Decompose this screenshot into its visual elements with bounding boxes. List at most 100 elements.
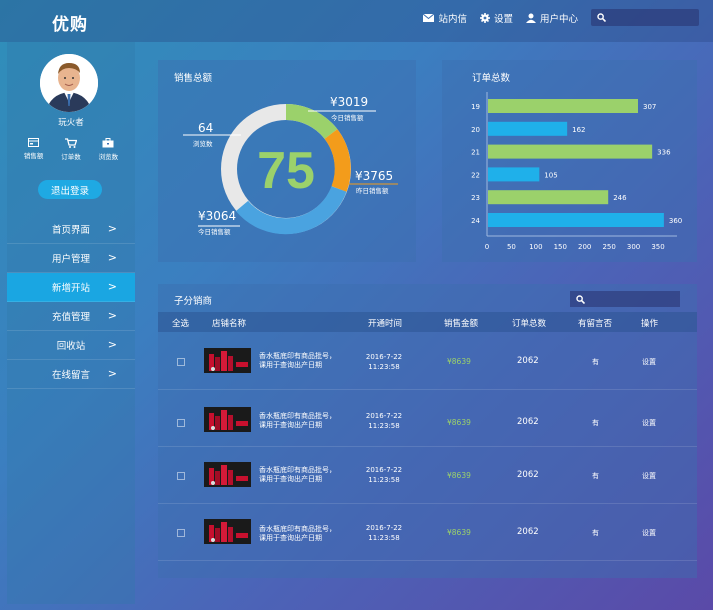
bar (488, 99, 638, 113)
settings-action-link[interactable]: 设置 (642, 418, 656, 428)
stat-sales[interactable]: 销售额 (23, 138, 44, 161)
open-date: 2016-7-22 (365, 466, 403, 474)
sales-amount: ¥8639 (447, 471, 471, 480)
user-stats: 销售额 订单数 浏览数 (7, 138, 135, 161)
top-bar: 优购 站内信 设置 用户中心 (0, 0, 713, 42)
settings-link[interactable]: 设置 (479, 11, 513, 25)
top-nav: 站内信 设置 用户中心 (423, 9, 699, 26)
col-order-total: 订单总数 (512, 319, 547, 329)
store-desc-line1: 香水瓶底印有商品批号， (259, 466, 336, 474)
order-total: 2062 (517, 527, 539, 537)
order-total: 2062 (517, 356, 539, 366)
subs-card: 子分销商 全选 店铺名称 开通时间 销售金额 订单总数 有留言否 操作 香水瓶底… (158, 284, 697, 578)
open-clock: 11:23:58 (368, 534, 400, 542)
x-tick-label: 200 (578, 243, 591, 251)
has-message: 有 (592, 419, 599, 427)
sidebar: 玩火者 销售额 订单数 浏览数 退出登录 首页界面 > 用户管理 > 新增开站 > 充… (7, 42, 135, 604)
chevron-right-icon: > (107, 338, 117, 351)
logout-button[interactable]: 退出登录 (38, 180, 102, 199)
bar-value-label: 162 (572, 126, 585, 134)
label-today-sales2-caption: 今日销售额 (198, 227, 231, 236)
order-total: 2062 (517, 417, 539, 427)
sidebar-item-label: 新增开站 (51, 283, 90, 294)
bar-value-label: 105 (544, 171, 557, 179)
user-center-link[interactable]: 用户中心 (525, 11, 578, 25)
user-name: 玩火者 (58, 118, 84, 128)
sidebar-item-home[interactable]: 首页界面 > (7, 215, 135, 244)
avatar[interactable] (40, 54, 98, 112)
col-action: 操作 (641, 319, 659, 329)
table-row: 香水瓶底印有商品批号， 课用于查询出产日期 2016-7-22 11:23:58… (158, 503, 697, 561)
open-time: 2016-7-22 11:23:58 (360, 465, 408, 485)
sidebar-item-recharge[interactable]: 充值管理 > (7, 302, 135, 331)
chevron-right-icon: > (107, 367, 117, 380)
x-tick-label: 300 (627, 243, 640, 251)
store-desc-line1: 香水瓶底印有商品批号， (259, 525, 336, 533)
open-clock: 11:23:58 (368, 363, 400, 371)
y-tick-label: 19 (471, 103, 480, 111)
sidebar-item-messages[interactable]: 在线留言 > (7, 360, 135, 389)
messages-label: 站内信 (438, 13, 467, 25)
sidebar-item-users[interactable]: 用户管理 > (7, 244, 135, 273)
label-yesterday-sales-value: ¥3765 (355, 169, 393, 183)
card-icon (28, 138, 40, 147)
label-views-caption: 浏览数 (193, 139, 213, 148)
open-clock: 11:23:58 (368, 422, 400, 430)
store-desc: 香水瓶底印有商品批号， 课用于查询出产日期 (259, 525, 336, 543)
donut-green (285, 104, 338, 140)
settings-action-link[interactable]: 设置 (642, 528, 656, 538)
has-message: 有 (592, 472, 599, 480)
bar-value-label: 307 (643, 103, 656, 111)
sales-amount: ¥8639 (447, 357, 471, 366)
sidebar-item-new-site[interactable]: 新增开站 > (7, 273, 135, 302)
row-checkbox[interactable] (177, 529, 185, 537)
label-yesterday-sales-caption: 昨日销售额 (356, 186, 389, 195)
sidebar-menu: 首页界面 > 用户管理 > 新增开站 > 充值管理 > 回收站 > 在线留言 > (7, 215, 135, 389)
col-store-name: 店铺名称 (212, 319, 247, 329)
bar-value-label: 336 (657, 149, 671, 157)
sidebar-item-label: 首页界面 (51, 225, 90, 236)
bar-value-label: 360 (669, 217, 682, 225)
stat-label: 销售额 (23, 152, 44, 160)
messages-link[interactable]: 站内信 (423, 11, 467, 25)
bar-value-label: 246 (613, 194, 627, 202)
row-checkbox[interactable] (177, 358, 185, 366)
stat-orders[interactable]: 订单数 (61, 138, 81, 161)
sidebar-item-label: 充值管理 (51, 312, 90, 323)
stat-label: 浏览数 (98, 153, 119, 161)
sales-amount: ¥8639 (447, 528, 471, 537)
y-tick-label: 20 (471, 126, 480, 134)
x-tick-label: 350 (651, 243, 664, 251)
label-today-sales-value: ¥3019 (330, 95, 368, 109)
store-desc-line2: 课用于查询出产日期 (259, 421, 322, 429)
app-logo[interactable]: 优购 (52, 10, 88, 35)
settings-action-link[interactable]: 设置 (642, 357, 656, 367)
briefcase-icon (102, 138, 114, 148)
select-all[interactable]: 全选 (172, 317, 189, 329)
cart-icon (64, 138, 77, 148)
stat-views[interactable]: 浏览数 (98, 138, 119, 161)
sidebar-item-recycle[interactable]: 回收站 > (7, 331, 135, 360)
store-desc-line2: 课用于查询出产日期 (259, 361, 322, 369)
user-photo (40, 54, 98, 112)
sales-center-value: 75 (257, 142, 315, 200)
settings-action-link[interactable]: 设置 (642, 471, 656, 481)
store-desc: 香水瓶底印有商品批号， 课用于查询出产日期 (259, 466, 336, 484)
top-search-input[interactable] (591, 9, 699, 26)
store-desc: 香水瓶底印有商品批号， 课用于查询出产日期 (259, 352, 336, 370)
product-thumbnail (204, 519, 251, 544)
stat-label: 订单数 (61, 153, 81, 161)
user-icon (525, 13, 536, 23)
has-message: 有 (592, 358, 599, 366)
chevron-right-icon: > (107, 309, 117, 322)
open-time: 2016-7-22 11:23:58 (360, 352, 408, 372)
store-desc: 香水瓶底印有商品批号， 课用于查询出产日期 (259, 412, 336, 430)
subs-search-input[interactable] (570, 291, 680, 307)
row-checkbox[interactable] (177, 419, 185, 427)
store-desc-line1: 香水瓶底印有商品批号， (259, 352, 336, 360)
row-checkbox[interactable] (177, 472, 185, 480)
table-row: 香水瓶底印有商品批号， 课用于查询出产日期 2016-7-22 11:23:58… (158, 389, 697, 447)
bar (488, 213, 664, 227)
bar (488, 167, 540, 182)
bar (488, 121, 568, 136)
